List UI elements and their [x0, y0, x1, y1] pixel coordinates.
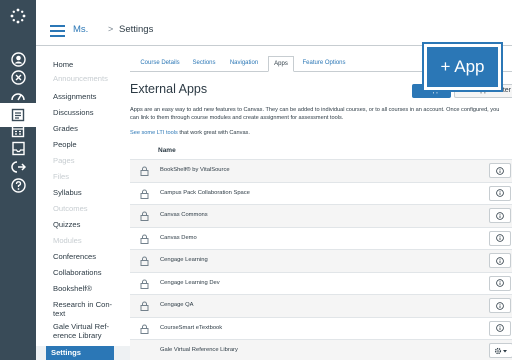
- tab-navigation[interactable]: Navigation: [224, 56, 264, 72]
- lock-icon: [140, 256, 149, 266]
- course-nav-home[interactable]: Home: [53, 60, 123, 69]
- course-nav-quizzes[interactable]: Quizzes: [53, 220, 123, 229]
- lti-tools-text: See some LTI tools that work great with …: [130, 130, 250, 136]
- tab-sections[interactable]: Sections: [188, 56, 220, 72]
- info-icon[interactable]: [489, 320, 511, 336]
- lti-tools-link[interactable]: See some LTI tools: [130, 130, 178, 136]
- course-nav-outcomes[interactable]: Outcomes: [53, 204, 123, 213]
- column-header-name[interactable]: Name: [158, 147, 176, 154]
- course-nav-research-in-context[interactable]: Research in Con-text: [53, 300, 115, 318]
- info-icon[interactable]: [489, 163, 511, 178]
- tab-apps[interactable]: Apps: [268, 56, 294, 72]
- course-nav-assignments[interactable]: Assignments: [53, 92, 123, 101]
- settings-gear-icon[interactable]: [489, 343, 512, 358]
- breadcrumb-separator: >: [108, 24, 114, 34]
- app-name: Cengage QA: [160, 302, 194, 308]
- commons-icon[interactable]: [9, 158, 27, 176]
- lock-icon: [140, 301, 149, 311]
- inbox-icon[interactable]: [9, 139, 27, 157]
- table-row[interactable]: BookShelf® by VitalSource: [130, 159, 512, 182]
- calendar-icon[interactable]: [9, 122, 27, 140]
- table-row[interactable]: CourseSmart eTextbook: [130, 316, 512, 340]
- admin-icon[interactable]: [9, 68, 27, 86]
- menu-icon[interactable]: [50, 25, 65, 37]
- lock-icon: [140, 166, 149, 176]
- app-name: Canvas Demo: [160, 234, 197, 241]
- app-name: Cengage Learning: [160, 257, 208, 263]
- breadcrumb-current: Settings: [119, 24, 154, 35]
- help-icon[interactable]: [9, 176, 27, 194]
- dashboard-icon[interactable]: [9, 86, 27, 104]
- lock-icon: [140, 279, 149, 289]
- apps-description: Apps are an easy way to add new features…: [130, 107, 500, 121]
- tab-feature-options[interactable]: Feature Options: [298, 56, 350, 72]
- info-icon[interactable]: [489, 230, 511, 246]
- lti-tools-suffix: that work great with Canvas.: [177, 130, 250, 136]
- course-nav-settings[interactable]: Settings: [46, 346, 114, 360]
- account-icon[interactable]: [9, 50, 27, 68]
- app-name: BookShelf® by VitalSource: [160, 167, 230, 173]
- breadcrumb-course[interactable]: Ms.: [73, 24, 88, 35]
- app-name: Canvas Commons: [160, 212, 208, 218]
- lock-icon: [140, 211, 149, 221]
- page-header: Ms. > Settings: [36, 16, 512, 46]
- lock-icon: [140, 324, 149, 334]
- course-nav-grades[interactable]: Grades: [53, 124, 123, 133]
- course-nav-announcements[interactable]: Announcements: [53, 74, 123, 83]
- app-name: Cengage Learning Dev: [160, 279, 220, 286]
- tab-course-details[interactable]: Course Details: [132, 56, 188, 72]
- course-nav-discussions[interactable]: Discussions: [53, 108, 123, 117]
- table-row[interactable]: Cengage Learning: [130, 249, 512, 272]
- course-nav-people[interactable]: People: [53, 140, 123, 149]
- lock-icon: [140, 189, 149, 199]
- page-title: External Apps: [130, 82, 208, 96]
- table-row[interactable]: Gale Virtual Reference Library: [130, 339, 512, 360]
- app-name: Campus Pack Collaboration Space: [160, 189, 250, 196]
- course-nav-conferences[interactable]: Conferences: [53, 252, 123, 261]
- add-app-callout[interactable]: + App: [424, 44, 501, 90]
- course-nav-collaborations[interactable]: Collaborations: [53, 268, 123, 277]
- app-name: CourseSmart eTextbook: [160, 324, 223, 331]
- table-row[interactable]: Campus Pack Collaboration Space: [130, 181, 512, 205]
- info-icon[interactable]: [489, 253, 511, 268]
- course-nav-pages[interactable]: Pages: [53, 156, 123, 165]
- global-navigation: [0, 0, 36, 360]
- logo-icon[interactable]: [9, 7, 27, 25]
- table-row[interactable]: Cengage QA: [130, 294, 512, 317]
- course-nav-files[interactable]: Files: [53, 172, 123, 181]
- course-nav-bookshelf[interactable]: Bookshelf®: [53, 284, 123, 293]
- course-navigation: Home Announcements Assignments Discussio…: [36, 46, 123, 360]
- course-nav-syllabus[interactable]: Syllabus: [53, 188, 123, 197]
- table-row[interactable]: Canvas Demo: [130, 226, 512, 250]
- info-icon[interactable]: [489, 208, 511, 223]
- lock-icon: [140, 234, 149, 244]
- info-icon[interactable]: [489, 185, 511, 201]
- table-row[interactable]: Canvas Commons: [130, 204, 512, 227]
- course-nav-gale-virtual-reference-library[interactable]: Gale Virtual Ref-erence Library: [53, 322, 115, 340]
- course-nav-modules[interactable]: Modules: [53, 236, 123, 245]
- info-icon[interactable]: [489, 298, 511, 313]
- info-icon[interactable]: [489, 275, 511, 291]
- app-name: Gale Virtual Reference Library: [160, 347, 238, 353]
- table-row[interactable]: Cengage Learning Dev: [130, 271, 512, 295]
